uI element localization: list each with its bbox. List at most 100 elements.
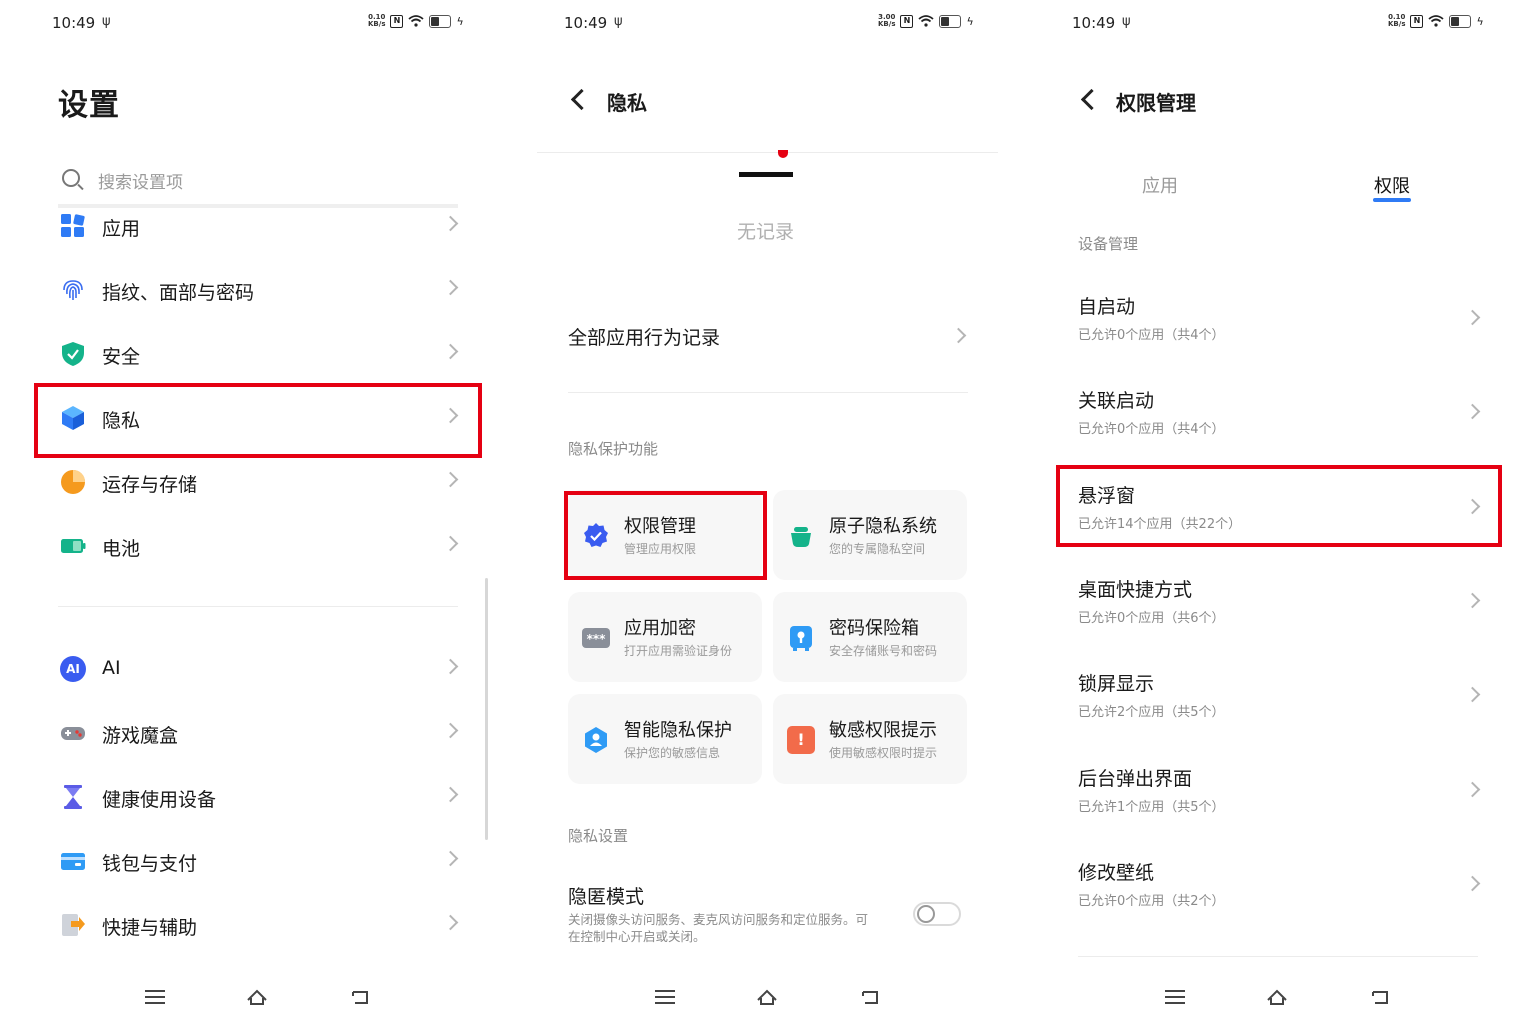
chevron-right-icon [442,914,459,931]
hidden-mode-row[interactable]: 隐匿模式 关闭摄像头访问服务、麦克风访问服务和定位服务。可在控制中心开启或关闭。 [568,880,968,950]
tab-permissions[interactable]: 权限 [1374,172,1410,198]
settings-item-label: 电池 [102,538,141,560]
page-title: 隐私 [607,91,647,115]
chevron-right-icon [442,722,459,739]
menu-icon[interactable] [145,990,165,1004]
chevron-right-icon [442,850,459,867]
permission-title: 桌面快捷方式 [1078,579,1193,601]
highlight-box [564,491,767,580]
section-title: 隐私设置 [568,827,629,845]
charging-icon: ϟ [456,14,464,28]
permission-item-autostart[interactable]: 自启动 已允许0个应用（共4个） [1078,284,1482,354]
permission-title: 自启动 [1078,296,1136,318]
permission-item-linked-start[interactable]: 关联启动 已允许0个应用（共4个） [1078,378,1482,448]
settings-item-game[interactable]: 游戏魔盒 [58,709,460,759]
status-icons: 0.10 KB/s N ϟ [1388,14,1484,28]
scrollbar[interactable] [485,578,488,840]
settings-item-security[interactable]: 安全 [58,330,460,380]
wifi-icon [1428,15,1445,27]
settings-item-wallet[interactable]: 钱包与支付 [58,837,460,887]
network-speed: 3.00 KB/s [878,13,896,28]
settings-item-battery[interactable]: 电池 [58,522,460,572]
home-icon[interactable] [1266,988,1288,1006]
search-input[interactable]: 搜索设置项 [58,160,458,208]
nfc-icon: N [1410,14,1424,28]
search-icon [62,169,80,187]
permission-item-lockscreen-display[interactable]: 锁屏显示 已允许2个应用（共5个） [1078,661,1482,731]
chevron-right-icon [1464,309,1481,326]
card-title: 智能隐私保护 [624,720,732,741]
highlight-box [34,383,482,458]
list-end-divider [1078,956,1478,957]
gamepad-icon [61,727,85,740]
permission-title: 锁屏显示 [1078,673,1155,695]
section-divider [568,392,968,393]
settings-item-apps[interactable]: 应用 [58,202,460,252]
wifi-icon [408,15,425,27]
permission-item-modify-wallpaper[interactable]: 修改壁纸 已允许0个应用（共2个） [1078,850,1482,920]
status-icons: 0.10 KB/s N ϟ [368,14,464,28]
permission-title: 后台弹出界面 [1078,768,1193,790]
usb-icon: ψ [102,14,111,29]
chart-indicator [739,172,793,177]
header-divider [537,152,998,153]
permission-title: 关联启动 [1078,390,1155,412]
back-nav-icon[interactable] [859,988,881,1006]
settings-item-label: 快捷与辅助 [102,917,198,939]
home-icon[interactable] [246,988,268,1006]
back-nav-icon[interactable] [1369,988,1391,1006]
settings-item-fingerprint[interactable]: 指纹、面部与密码 [58,266,460,316]
card-smart-privacy[interactable]: 智能隐私保护 保护您的敏感信息 [568,694,762,784]
hourglass-icon [64,785,82,809]
back-button[interactable] [570,88,593,111]
settings-item-shortcut[interactable]: 快捷与辅助 [58,901,460,951]
section-title: 隐私保护功能 [568,440,659,458]
menu-icon[interactable] [655,990,675,1004]
settings-item-label: 应用 [102,218,141,240]
permission-item-background-popup[interactable]: 后台弹出界面 已允许1个应用（共5个） [1078,756,1482,826]
permission-subtitle: 已允许0个应用（共4个） [1078,328,1225,343]
card-atom-privacy[interactable]: 原子隐私系统 您的专属隐私空间 [773,490,967,580]
battery-status-icon [429,14,452,28]
chevron-right-icon [1464,875,1481,892]
page-title: 权限管理 [1116,91,1196,115]
settings-item-storage[interactable]: 运存与存储 [58,458,460,508]
hidden-mode-toggle[interactable] [913,902,961,926]
chevron-right-icon [442,343,459,360]
back-nav-icon[interactable] [349,988,371,1006]
chevron-right-icon [442,215,459,232]
settings-item-label: 钱包与支付 [102,853,198,875]
card-sensitive-permission[interactable]: ! 敏感权限提示 使用敏感权限时提示 [773,694,967,784]
active-tab-indicator [1373,198,1411,202]
tab-apps[interactable]: 应用 [1142,172,1178,198]
settings-panel: 10:49 ψ 0.10 KB/s N ϟ 设置 搜索设置项 应用 指纹、面部与密… [0,0,512,1024]
all-app-records-row[interactable]: 全部应用行为记录 [568,300,968,370]
section-divider [58,606,458,607]
battery-status-icon [939,14,962,28]
card-app-encryption[interactable]: *** 应用加密 打开应用需验证身份 [568,592,762,682]
settings-item-label: 健康使用设备 [102,789,217,811]
menu-icon[interactable] [1165,990,1185,1004]
wallet-icon [61,853,85,870]
network-speed: 0.10 KB/s [1388,13,1406,28]
permission-subtitle: 已允许2个应用（共5个） [1078,705,1225,720]
chart-marker [778,150,788,158]
settings-item-health[interactable]: 健康使用设备 [58,773,460,823]
chevron-right-icon [1464,686,1481,703]
alert-message-icon: ! [787,726,815,754]
ai-icon: AI [60,656,86,682]
shortcut-icon [62,914,85,936]
back-button[interactable] [1080,88,1103,111]
status-time: 10:49 [1072,14,1116,32]
status-icons: 3.00 KB/s N ϟ [878,14,974,28]
chevron-right-icon [442,279,459,296]
hidden-mode-desc: 关闭摄像头访问服务、麦克风访问服务和定位服务。可在控制中心开启或关闭。 [568,912,869,944]
home-icon[interactable] [756,988,778,1006]
card-title: 敏感权限提示 [829,720,937,741]
charging-icon: ϟ [1476,14,1484,28]
permission-item-desktop-shortcut[interactable]: 桌面快捷方式 已允许0个应用（共6个） [1078,567,1482,637]
card-password-vault[interactable]: 密码保险箱 安全存储账号和密码 [773,592,967,682]
settings-item-ai[interactable]: AI AI [58,645,460,695]
usb-icon: ψ [614,14,623,29]
battery-icon [61,539,86,553]
